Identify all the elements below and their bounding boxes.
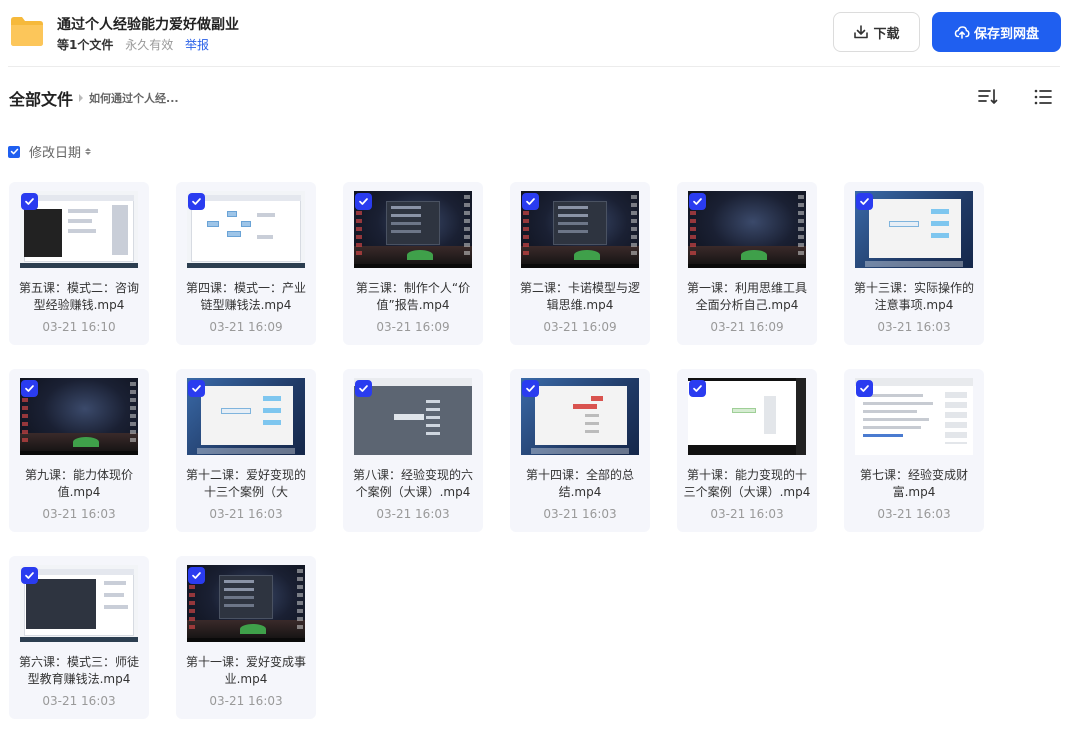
file-checkbox[interactable] — [856, 380, 873, 397]
file-name: 第四课：模式一：产业链型赚钱法.mp4 — [185, 281, 306, 312]
sort-by-date-label[interactable]: 修改日期 — [29, 142, 81, 161]
file-date: 03-21 16:10 — [42, 320, 116, 334]
file-name: 第十课：能力变现的十三个案例（大课）.mp4 — [683, 468, 811, 499]
download-icon — [854, 25, 869, 39]
sort-row: 修改日期 — [8, 142, 92, 161]
file-checkbox[interactable] — [188, 380, 205, 397]
file-checkbox[interactable] — [21, 567, 38, 584]
file-date: 03-21 16:09 — [209, 320, 283, 334]
file-name: 第十二课：爱好变现的十三个案例（大课）.mp4 — [185, 468, 306, 499]
file-card[interactable]: 第八课：经验变现的六个案例（大课）.mp4 03-21 16:03 — [343, 369, 483, 532]
file-checkbox[interactable] — [689, 193, 706, 210]
breadcrumb: 全部文件 如何通过个人经... — [9, 86, 179, 110]
file-name: 第六课：模式三：师徒型教育赚钱法.mp4 — [18, 655, 139, 686]
save-label: 保存到网盘 — [973, 26, 1039, 42]
save-to-netdisk-button[interactable]: 保存到网盘 — [932, 12, 1061, 52]
file-card[interactable]: 第五课：模式二：咨询型经验赚钱.mp4 03-21 16:10 — [9, 182, 149, 345]
file-checkbox[interactable] — [355, 380, 372, 397]
file-date: 03-21 16:03 — [209, 507, 283, 521]
file-card[interactable]: 第九课：能力体现价值.mp4 03-21 16:03 — [9, 369, 149, 532]
file-checkbox[interactable] — [188, 567, 205, 584]
file-checkbox[interactable] — [689, 380, 706, 397]
file-card[interactable]: 第十一课：爱好变成事业.mp4 03-21 16:03 — [176, 556, 316, 719]
header-divider — [8, 66, 1060, 67]
file-card[interactable]: 第十四课：全部的总结.mp4 03-21 16:03 — [510, 369, 650, 532]
file-card[interactable]: 第十二课：爱好变现的十三个案例（大课）.mp4 03-21 16:03 — [176, 369, 316, 532]
file-checkbox[interactable] — [188, 193, 205, 210]
file-date: 03-21 16:09 — [376, 320, 450, 334]
folder-icon — [9, 14, 45, 48]
breadcrumb-root[interactable]: 全部文件 — [9, 86, 73, 110]
breadcrumb-current: 如何通过个人经... — [89, 92, 179, 105]
share-header: 通过个人经验能力爱好做副业 等1个文件 永久有效 举报 下载 保存到网盘 — [0, 0, 1072, 66]
download-button[interactable]: 下载 — [833, 12, 920, 52]
file-date: 03-21 16:03 — [376, 507, 450, 521]
file-card[interactable]: 第六课：模式三：师徒型教育赚钱法.mp4 03-21 16:03 — [9, 556, 149, 719]
share-title: 通过个人经验能力爱好做副业 — [57, 17, 239, 33]
file-name: 第八课：经验变现的六个案例（大课）.mp4 — [352, 468, 473, 499]
file-name: 第一课：利用思维工具全面分析自己.mp4 — [686, 281, 807, 312]
file-name: 第十三课：实际操作的注意事项.mp4 — [853, 281, 974, 312]
file-name: 第三课：制作个人“价值”报告.mp4 — [355, 281, 471, 312]
file-checkbox[interactable] — [522, 380, 539, 397]
file-date: 03-21 16:03 — [710, 507, 784, 521]
select-all-checkbox[interactable] — [8, 145, 20, 158]
file-date: 03-21 16:03 — [877, 320, 951, 334]
list-view-icon[interactable] — [1033, 87, 1053, 107]
file-name: 第九课：能力体现价值.mp4 — [24, 468, 133, 499]
download-label: 下载 — [873, 26, 900, 42]
file-card[interactable]: 第四课：模式一：产业链型赚钱法.mp4 03-21 16:09 — [176, 182, 316, 345]
sort-toggle-icon[interactable] — [85, 148, 92, 155]
file-date: 03-21 16:09 — [710, 320, 784, 334]
report-link[interactable]: 举报 — [185, 38, 209, 52]
file-name: 第五课：模式二：咨询型经验赚钱.mp4 — [18, 281, 139, 312]
file-checkbox[interactable] — [522, 193, 539, 210]
file-date: 03-21 16:03 — [543, 507, 617, 521]
validity-label: 永久有效 — [125, 38, 174, 52]
share-meta: 等1个文件 永久有效 举报 — [57, 36, 209, 53]
file-name: 第七课：经验变成财富.mp4 — [859, 468, 968, 499]
file-name: 第十四课：全部的总结.mp4 — [525, 468, 634, 499]
file-checkbox[interactable] — [856, 193, 873, 210]
file-card[interactable]: 第十课：能力变现的十三个案例（大课）.mp4 03-21 16:03 — [677, 369, 817, 532]
file-checkbox[interactable] — [21, 380, 38, 397]
breadcrumb-separator-icon — [79, 94, 84, 102]
file-card[interactable]: 第十三课：实际操作的注意事项.mp4 03-21 16:03 — [844, 182, 984, 345]
file-name: 第二课：卡诺模型与逻辑思维.mp4 — [519, 281, 640, 312]
file-name: 第十一课：爱好变成事业.mp4 — [185, 655, 306, 686]
file-date: 03-21 16:03 — [877, 507, 951, 521]
file-checkbox[interactable] — [21, 193, 38, 210]
sort-order-icon[interactable] — [978, 87, 998, 107]
file-card[interactable]: 第三课：制作个人“价值”报告.mp4 03-21 16:09 — [343, 182, 483, 345]
file-date: 03-21 16:03 — [42, 694, 116, 708]
file-card[interactable]: 第一课：利用思维工具全面分析自己.mp4 03-21 16:09 — [677, 182, 817, 345]
cloud-upload-icon — [954, 26, 970, 39]
file-checkbox[interactable] — [355, 193, 372, 210]
file-date: 03-21 16:03 — [209, 694, 283, 708]
file-card[interactable]: 第七课：经验变成财富.mp4 03-21 16:03 — [844, 369, 984, 532]
file-date: 03-21 16:03 — [42, 507, 116, 521]
file-card[interactable]: 第二课：卡诺模型与逻辑思维.mp4 03-21 16:09 — [510, 182, 650, 345]
file-count: 等1个文件 — [57, 38, 114, 52]
file-date: 03-21 16:09 — [543, 320, 617, 334]
